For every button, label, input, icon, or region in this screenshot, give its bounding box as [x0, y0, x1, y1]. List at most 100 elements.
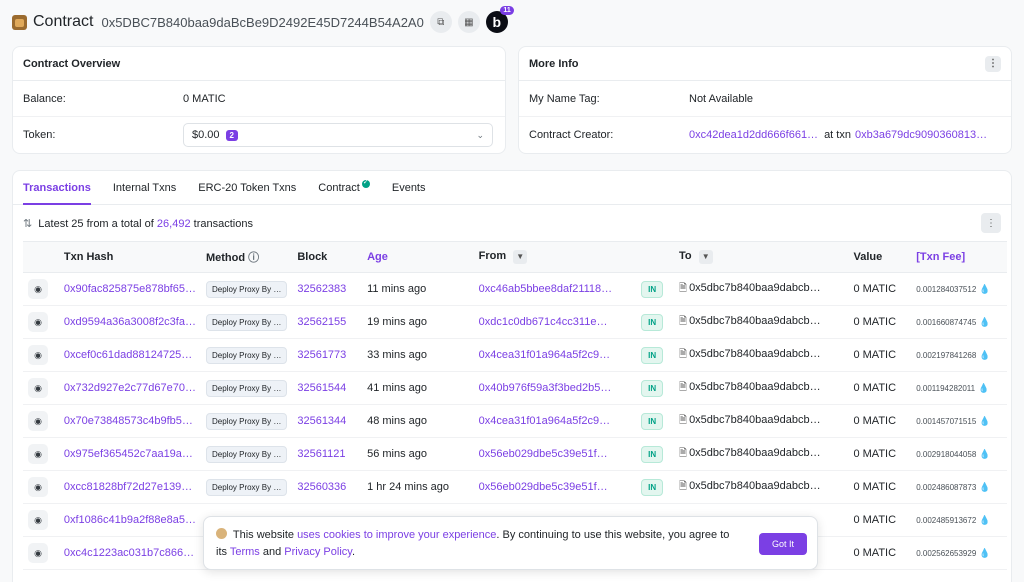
block-cell: 32561121 — [292, 437, 363, 471]
txn-hash-cell: 0x975ef365452c7aa19a… — [58, 437, 201, 471]
block-link[interactable]: 32561344 — [297, 415, 346, 427]
eye-icon[interactable]: ◉ — [28, 378, 48, 398]
column-txn-hash: Txn Hash — [58, 241, 201, 273]
block-link[interactable]: 32562383 — [297, 283, 346, 295]
token-value: $0.00 — [192, 129, 220, 141]
gas-drop-icon: 💧 — [979, 548, 991, 558]
fee-cell: 0.002485913672 💧 — [911, 503, 1007, 537]
eye-icon[interactable]: ◉ — [28, 312, 48, 332]
method-cell: Deploy Proxy By … — [200, 338, 293, 372]
age-cell: 1 hr 24 mins ago — [362, 470, 474, 504]
block-link[interactable]: 32561544 — [297, 382, 346, 394]
from-address-link[interactable]: 0xc46ab5bbee8daf21118… — [479, 283, 613, 295]
age-cell: 33 mins ago — [362, 338, 474, 372]
eye-cell: ◉ — [23, 305, 59, 339]
fee-cell: 0.001194282011 💧 — [911, 371, 1007, 405]
creator-txn-link[interactable]: 0xb3a679dc9090360813… — [855, 129, 987, 141]
column-to-label: To — [679, 250, 692, 262]
from-address-link[interactable]: 0x56eb029dbe5c39e51f… — [479, 481, 608, 493]
from-address-link[interactable]: 0x40b976f59a3f3bed2b5… — [479, 382, 612, 394]
block-link[interactable]: 32560336 — [297, 481, 346, 493]
txn-hash-link[interactable]: 0xc4c1223ac031b7c866… — [64, 547, 194, 559]
table-row: ◉ 0xd9594a36a3008f2c3fa… Deploy Proxy By …… — [23, 305, 1007, 339]
balance-value: 0 MATIC — [183, 92, 226, 105]
eye-cell: ◉ — [23, 503, 59, 537]
method-badge: Deploy Proxy By … — [205, 280, 288, 298]
txn-fee: 0.002485913672 — [916, 516, 977, 525]
info-icon[interactable]: ⓘ — [248, 252, 259, 264]
page-header: Contract 0x5DBC7B840baa9daBcBe9D2492E45D… — [12, 6, 514, 36]
more-options-icon[interactable]: ⋮ — [981, 213, 1001, 233]
txn-hash-link[interactable]: 0xd9594a36a3008f2c3fa… — [64, 316, 196, 328]
column-txn-fee[interactable]: [Txn Fee] — [911, 241, 1007, 273]
filter-icon[interactable]: ▼ — [513, 250, 528, 264]
value-cell: 0 MATIC — [848, 437, 912, 471]
terms-link[interactable]: Terms — [230, 546, 260, 558]
tab-internal-txns[interactable]: Internal Txns — [102, 171, 187, 204]
block-link[interactable]: 32561773 — [297, 349, 346, 361]
eye-icon[interactable]: ◉ — [28, 411, 48, 431]
eye-icon[interactable]: ◉ — [28, 510, 48, 530]
eye-icon[interactable]: ◉ — [28, 543, 48, 563]
txn-hash-link[interactable]: 0x975ef365452c7aa19a… — [64, 448, 193, 460]
gas-drop-icon: 💧 — [979, 482, 991, 492]
token-dropdown[interactable]: $0.00 2 ⌄ — [183, 123, 493, 147]
txn-hash-link[interactable]: 0x732d927e2c77d67e70… — [64, 382, 196, 394]
fee-cell: 0.002918044058 💧 — [911, 437, 1007, 471]
txn-hash-link[interactable]: 0xcef0c61dad88124725… — [64, 349, 192, 361]
from-address-link[interactable]: 0x56eb029dbe5c39e51f… — [479, 448, 608, 460]
column-age[interactable]: Age — [362, 241, 474, 273]
txn-fee: 0.002918044058 — [916, 450, 977, 459]
eye-cell: ◉ — [23, 470, 59, 504]
tab-transactions[interactable]: Transactions — [23, 171, 102, 205]
creator-address-link[interactable]: 0xc42dea1d2dd666f661… — [689, 129, 818, 141]
from-address-link[interactable]: 0xdc1c0db671c4cc311e… — [479, 316, 608, 328]
eye-icon[interactable]: ◉ — [28, 477, 48, 497]
txn-hash-link[interactable]: 0xf1086c41b9a2f88e8a5… — [64, 514, 196, 526]
blockscan-chat-button[interactable]: b 11 — [485, 6, 514, 33]
direction-cell: IN — [636, 338, 675, 372]
column-block: Block — [292, 241, 363, 273]
notification-count: 11 — [500, 6, 514, 15]
eye-icon[interactable]: ◉ — [28, 444, 48, 464]
block-link[interactable]: 32562155 — [297, 316, 346, 328]
column-method: Method ⓘ — [200, 241, 293, 273]
privacy-policy-link[interactable]: Privacy Policy — [284, 546, 352, 558]
txn-hash-link[interactable]: 0x70e73848573c4b9fb5… — [64, 415, 193, 427]
txn-hash-link[interactable]: 0xcc81828bf72d27e139… — [64, 481, 192, 493]
direction-cell: IN — [636, 371, 675, 405]
got-it-button[interactable]: Got It — [759, 533, 807, 555]
to-address: 0x5dbc7b840baa9dabcb… — [689, 413, 821, 426]
txn-hash-link[interactable]: 0x90fac825875e878bf65… — [64, 283, 196, 295]
direction-cell: IN — [636, 470, 675, 504]
more-options-icon[interactable]: ⋮ — [985, 55, 1001, 72]
filter-icon[interactable]: ▼ — [698, 250, 713, 264]
to-address: 0x5dbc7b840baa9dabcb… — [689, 347, 821, 360]
value-cell: 0 MATIC — [848, 470, 912, 504]
tab-contract[interactable]: Contract — [307, 171, 381, 204]
txn-fee: 0.001660874745 — [916, 318, 977, 327]
from-address-link[interactable]: 0x4cea31f01a964a5f2c9… — [479, 349, 611, 361]
qr-code-icon[interactable]: ▦ — [457, 11, 480, 33]
eye-icon[interactable]: ◉ — [28, 279, 48, 299]
method-cell: Deploy Proxy By … — [200, 404, 293, 438]
table-row: ◉ 0x732d927e2c77d67e70… Deploy Proxy By … 3… — [23, 371, 1007, 405]
eye-cell: ◉ — [23, 536, 59, 570]
cookie-text-4: . — [351, 546, 356, 558]
fee-cell: 0.002197841268 💧 — [911, 338, 1007, 372]
gas-drop-icon: 💧 — [979, 449, 991, 459]
tab-events[interactable]: Events — [381, 171, 437, 204]
tab-erc20-token-txns[interactable]: ERC-20 Token Txns — [187, 171, 307, 204]
cookie-policy-link[interactable]: uses cookies to improve your experience — [297, 529, 496, 541]
eye-icon[interactable]: ◉ — [28, 345, 48, 365]
copy-icon[interactable]: ⧉ — [429, 11, 452, 33]
method-cell: Deploy Proxy By … — [200, 371, 293, 405]
contract-file-icon: 🗎 — [679, 480, 688, 492]
from-address-link[interactable]: 0x4cea31f01a964a5f2c9… — [479, 415, 611, 427]
txn-fee: 0.001194282011 — [916, 384, 976, 393]
fee-cell: 0.001660874745 💧 — [911, 305, 1007, 339]
summary-total-link[interactable]: 26,492 — [157, 218, 191, 230]
block-link[interactable]: 32561121 — [297, 448, 345, 460]
eye-cell: ◉ — [23, 404, 59, 438]
summary-suffix: transactions — [193, 217, 253, 230]
